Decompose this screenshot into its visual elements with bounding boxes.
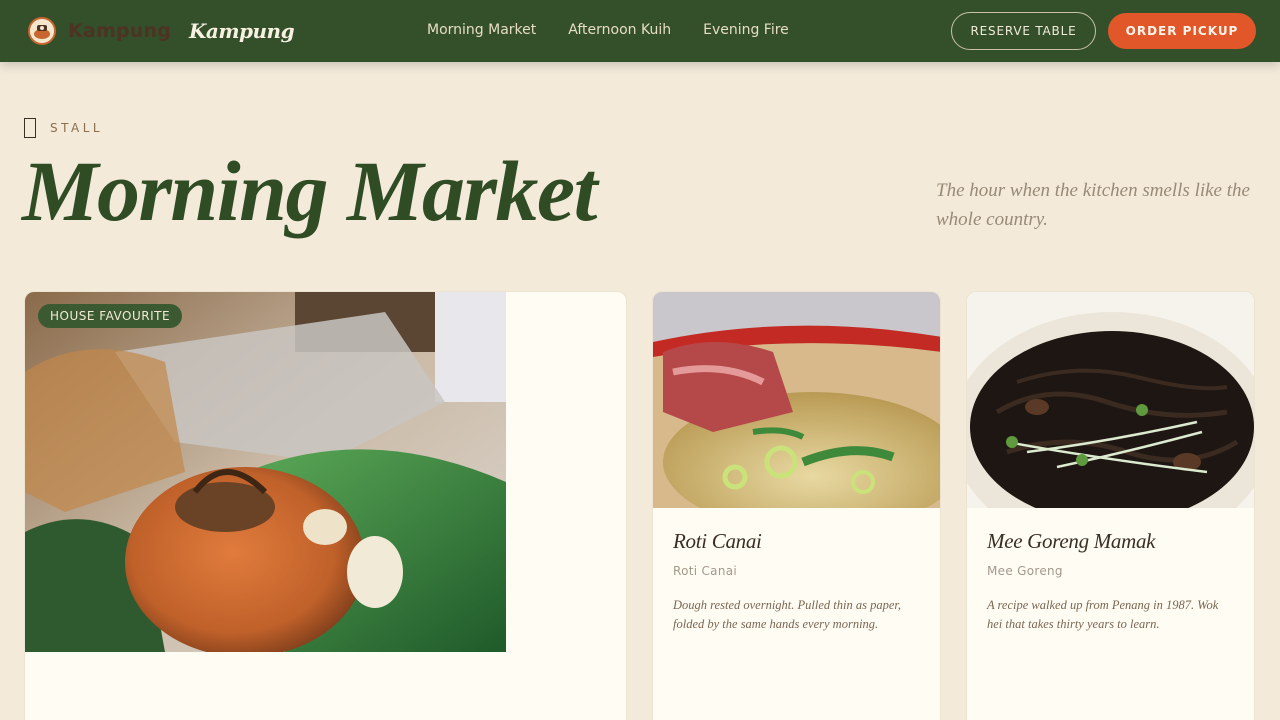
page-title: Morning Market bbox=[22, 143, 598, 239]
dish-name: Roti Canai bbox=[673, 529, 762, 553]
page-tagline: The hour when the kitchen smells like th… bbox=[936, 180, 1250, 230]
eyebrow-label: STALL bbox=[50, 121, 104, 135]
dish-subtitle: Mee Goreng bbox=[987, 564, 1063, 578]
dish-card-roti-canai[interactable]: Roti Canai Roti Canai Dough rested overn… bbox=[652, 291, 941, 720]
brand-script: Kampung bbox=[189, 19, 295, 43]
stall-icon bbox=[24, 118, 36, 138]
dish-subtitle: Roti Canai bbox=[673, 564, 738, 578]
dish-description: Dough rested overnight. Pulled thin as p… bbox=[673, 598, 901, 631]
dish-description: A recipe walked up from Penang in 1987. … bbox=[987, 598, 1219, 631]
logo-icon bbox=[28, 17, 56, 45]
brand-wordmark: Kampung bbox=[68, 20, 171, 42]
nasi-lemak-photo bbox=[25, 292, 506, 652]
featured-dish-card[interactable]: HOUSE FAVOURITE bbox=[24, 291, 627, 720]
section-eyebrow: STALL bbox=[24, 118, 103, 138]
nav-link-afternoon-kuih[interactable]: Afternoon Kuih bbox=[568, 22, 671, 38]
dish-name: Mee Goreng Mamak bbox=[987, 529, 1156, 553]
reserve-table-button[interactable]: RESERVE TABLE bbox=[951, 12, 1096, 50]
dish-card-mee-goreng-mamak[interactable]: Mee Goreng Mamak Mee Goreng A recipe wal… bbox=[966, 291, 1255, 720]
card-body: Mee Goreng Mamak Mee Goreng A recipe wal… bbox=[987, 528, 1234, 634]
card-body: Roti Canai Roti Canai Dough rested overn… bbox=[673, 528, 920, 634]
roti-canai-photo bbox=[653, 292, 940, 508]
brand[interactable]: Kampung Kampung bbox=[28, 17, 295, 45]
main-nav: Morning Market Afternoon Kuih Evening Fi… bbox=[427, 22, 821, 38]
top-navigation-bar: Kampung Kampung Morning Market Afternoon… bbox=[0, 0, 1280, 62]
nav-link-morning-market[interactable]: Morning Market bbox=[427, 22, 536, 38]
house-favourite-badge: HOUSE FAVOURITE bbox=[38, 304, 183, 328]
nav-link-evening-fire[interactable]: Evening Fire bbox=[703, 22, 789, 38]
order-pickup-button[interactable]: ORDER PICKUP bbox=[1108, 13, 1256, 49]
mee-goreng-photo bbox=[967, 292, 1254, 508]
